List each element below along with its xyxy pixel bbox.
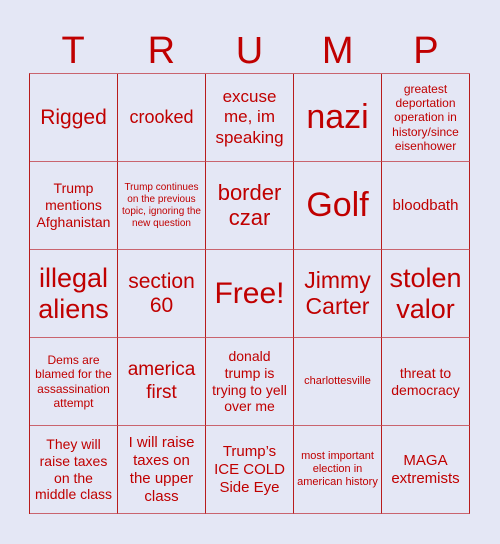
- bingo-cell[interactable]: excuse me, im speaking: [206, 74, 294, 162]
- cell-text: greatest deportation operation in histor…: [392, 81, 459, 154]
- cell-text: charlottesville: [304, 374, 371, 387]
- cell-text: donald trump is trying to yell over me: [212, 347, 287, 415]
- bingo-cell[interactable]: section 60: [118, 250, 206, 338]
- bingo-cell[interactable]: Trump mentions Afghanistan: [30, 162, 118, 250]
- bingo-header: T R U M P: [29, 30, 470, 73]
- bingo-grid: Rigged crooked excuse me, im speaking na…: [29, 73, 470, 514]
- cell-text: Jimmy Carter: [304, 267, 371, 319]
- bingo-cell[interactable]: nazi: [294, 74, 382, 162]
- bingo-cell[interactable]: MAGA extremists: [382, 426, 470, 514]
- bingo-cell[interactable]: I will raise taxes on the upper class: [118, 426, 206, 514]
- cell-text: Dems are blamed for the assassination at…: [35, 352, 112, 410]
- bingo-cell[interactable]: illegal aliens: [30, 250, 118, 338]
- bingo-cell[interactable]: stolen valor: [382, 250, 470, 338]
- cell-text: crooked: [129, 106, 194, 127]
- bingo-cell[interactable]: donald trump is trying to yell over me: [206, 338, 294, 426]
- cell-text: Trump’s ICE COLD Side Eye: [214, 442, 285, 496]
- bingo-cell[interactable]: greatest deportation operation in histor…: [382, 74, 470, 162]
- bingo-cell[interactable]: Trump continues on the previous topic, i…: [118, 162, 206, 250]
- cell-text: bloodbath: [392, 196, 459, 214]
- bingo-cell[interactable]: Jimmy Carter: [294, 250, 382, 338]
- bingo-cell[interactable]: threat to democracy: [382, 338, 470, 426]
- cell-text: They will raise taxes on the middle clas…: [34, 435, 113, 503]
- cell-text: nazi: [306, 97, 369, 136]
- cell-text: MAGA extremists: [391, 451, 460, 487]
- header-letter-u: U: [235, 30, 264, 72]
- bingo-cell[interactable]: charlottesville: [294, 338, 382, 426]
- bingo-cell[interactable]: They will raise taxes on the middle clas…: [30, 426, 118, 514]
- header-letter-m: M: [321, 30, 354, 72]
- cell-text: most important election in american hist…: [297, 449, 378, 489]
- cell-text: america first: [127, 358, 196, 403]
- cell-text: section 60: [128, 270, 195, 317]
- cell-text: border czar: [217, 180, 282, 230]
- bingo-cell[interactable]: america first: [118, 338, 206, 426]
- cell-text: Rigged: [40, 105, 107, 129]
- cell-text: Free!: [214, 277, 285, 310]
- bingo-cell[interactable]: most important election in american hist…: [294, 426, 382, 514]
- cell-text: illegal aliens: [38, 263, 109, 324]
- bingo-cell[interactable]: border czar: [206, 162, 294, 250]
- bingo-cell[interactable]: Rigged: [30, 74, 118, 162]
- header-letter-t: T: [61, 30, 85, 72]
- bingo-cell[interactable]: Dems are blamed for the assassination at…: [30, 338, 118, 426]
- bingo-cell[interactable]: bloodbath: [382, 162, 470, 250]
- cell-text: I will raise taxes on the upper class: [128, 433, 195, 505]
- cell-text: Golf: [306, 185, 369, 224]
- header-letter-r: R: [147, 30, 176, 72]
- cell-text: Trump mentions Afghanistan: [36, 180, 111, 230]
- cell-text: stolen valor: [389, 263, 462, 324]
- cell-text: Trump continues on the previous topic, i…: [122, 181, 201, 229]
- header-letter-p: P: [413, 30, 439, 72]
- bingo-cell[interactable]: Trump’s ICE COLD Side Eye: [206, 426, 294, 514]
- bingo-cell[interactable]: crooked: [118, 74, 206, 162]
- cell-text: excuse me, im speaking: [215, 86, 284, 147]
- free-space-cell[interactable]: Free!: [206, 250, 294, 338]
- cell-text: threat to democracy: [391, 364, 460, 398]
- bingo-cell[interactable]: Golf: [294, 162, 382, 250]
